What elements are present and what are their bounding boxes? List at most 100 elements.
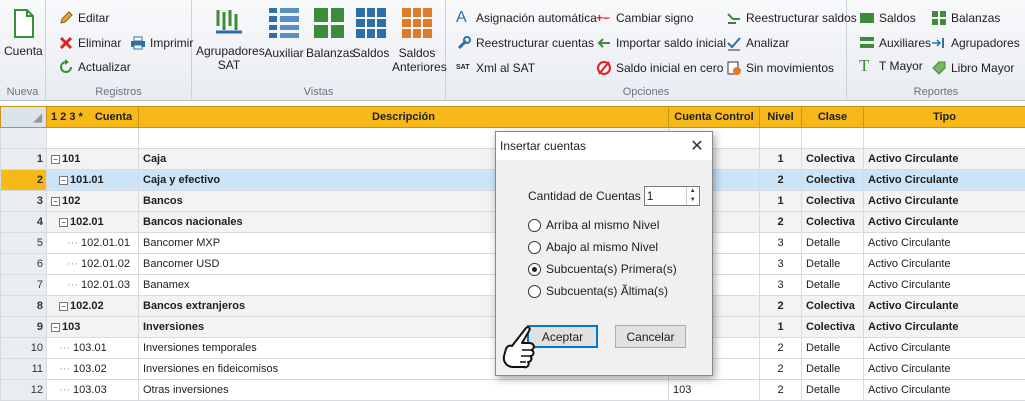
cell-nivel[interactable]: 3 [760,275,802,296]
row-number[interactable]: 1 [1,149,47,170]
cell-nivel[interactable]: 3 [760,254,802,275]
cell-tipo[interactable]: Activo Circulante [864,233,1025,254]
row-number[interactable]: 4 [1,212,47,233]
reporte-libro-mayor-button[interactable]: Libro Mayor [931,60,1014,76]
analizar-button[interactable]: Analizar [726,35,789,51]
saldo-cero-button[interactable]: Saldo inicial en cero [596,60,723,76]
collapse-minus-icon[interactable]: − [59,176,68,185]
radio-arriba[interactable] [528,219,541,232]
cell-tipo[interactable]: Activo Circulante [864,170,1025,191]
row-number[interactable]: 9 [1,317,47,338]
cell-tipo[interactable]: Activo Circulante [864,296,1025,317]
cell-clase[interactable]: Colectiva [802,149,864,170]
importar-saldo-button[interactable]: Importar saldo inicial [596,35,726,51]
level-selector[interactable]: 1 2 3 * [51,111,83,123]
grid-corner[interactable]: ◢ [1,107,47,128]
col-header-cuenta-control[interactable]: Cuenta Control [669,107,760,128]
radio-abajo[interactable] [528,241,541,254]
cell-tipo[interactable]: Activo Circulante [864,191,1025,212]
cell-tipo[interactable]: Activo Circulante [864,359,1025,380]
cell-nivel[interactable]: 3 [760,233,802,254]
radio-subcuenta-primera[interactable] [528,263,541,276]
collapse-minus-icon[interactable]: − [59,218,68,227]
option-abajo[interactable]: Abajo al mismo Nivel [528,240,658,254]
xml-sat-button[interactable]: SAT Xml al SAT [456,60,535,76]
cell-nivel[interactable]: 1 [760,317,802,338]
cell-nivel[interactable]: 2 [760,170,802,191]
eliminar-button[interactable]: Eliminar [58,35,121,51]
reporte-saldos-button[interactable]: Saldos [859,10,916,26]
cancelar-button[interactable]: Cancelar [615,325,686,348]
dialog-titlebar[interactable]: Insertar cuentas ✕ [496,132,712,160]
cantidad-stepper[interactable]: 1 ▲ ▼ [644,186,700,206]
close-icon[interactable]: ✕ [682,136,712,156]
cell-nivel[interactable]: 1 [760,149,802,170]
cell-clase[interactable]: Detalle [802,380,864,401]
reporte-agrupadores-button[interactable]: Agrupadores [931,35,1020,51]
reporte-auxiliares-button[interactable]: Auxiliares [859,35,931,51]
cell-cuenta[interactable]: ··· 102.01.02 [47,254,139,275]
cell-tipo[interactable]: Activo Circulante [864,149,1025,170]
row-number[interactable]: 11 [1,359,47,380]
cell-clase[interactable]: Colectiva [802,296,864,317]
cell-nivel[interactable]: 2 [760,296,802,317]
cell-tipo[interactable]: Activo Circulante [864,338,1025,359]
col-header-nivel[interactable]: Nivel [760,107,802,128]
col-header-tipo[interactable]: Tipo [864,107,1025,128]
cell-cuenta-control[interactable]: 103 [669,380,760,401]
cell-cuenta[interactable]: −101.01 [47,170,139,191]
cell-nivel[interactable]: 2 [760,359,802,380]
option-subcuenta-ultima[interactable]: Subcuenta(s) Ãltima(s) [528,284,668,298]
radio-subcuenta-ultima[interactable] [528,285,541,298]
cuenta-button[interactable]: Cuenta [4,6,42,58]
cell-clase[interactable]: Detalle [802,254,864,275]
chevron-down-icon[interactable]: ▼ [687,196,699,205]
row-number[interactable]: 12 [1,380,47,401]
row-number[interactable]: 2 [1,170,47,191]
chevron-up-icon[interactable]: ▲ [687,187,699,196]
cell-clase[interactable]: Colectiva [802,191,864,212]
reestructurar-saldos-button[interactable]: Reestructurar saldos [726,10,857,26]
cell-cuenta[interactable]: −102 [47,191,139,212]
cell-cuenta[interactable]: ··· 103.03 [47,380,139,401]
reporte-balanzas-button[interactable]: Balanzas [931,10,1000,26]
cell-tipo[interactable]: Activo Circulante [864,317,1025,338]
col-header-descripcion[interactable]: Descripción [139,107,669,128]
saldos-button[interactable]: Saldos [352,6,390,60]
sin-movimientos-button[interactable]: Sin movimientos [726,60,834,76]
row-number[interactable]: 5 [1,233,47,254]
auxiliar-button[interactable]: Auxiliar [264,6,304,60]
row-number[interactable]: 7 [1,275,47,296]
collapse-minus-icon[interactable]: − [51,323,60,332]
option-subcuenta-primera[interactable]: Subcuenta(s) Primera(s) [528,262,677,276]
actualizar-button[interactable]: Actualizar [58,59,131,75]
collapse-minus-icon[interactable]: − [51,197,60,206]
reestructurar-cuentas-button[interactable]: Reestructurar cuentas [456,35,594,51]
cell-clase[interactable]: Colectiva [802,317,864,338]
col-header-clase[interactable]: Clase [802,107,864,128]
cell-tipo[interactable]: Activo Circulante [864,380,1025,401]
balanzas-button[interactable]: Balanzas [306,6,352,60]
filter-tipo[interactable] [864,128,1025,149]
cell-clase[interactable]: Colectiva [802,212,864,233]
collapse-minus-icon[interactable]: − [59,302,68,311]
asignacion-automatica-button[interactable]: A Asignación automática [456,10,597,26]
row-number[interactable]: 6 [1,254,47,275]
cell-tipo[interactable]: Activo Circulante [864,254,1025,275]
cell-nivel[interactable]: 2 [760,338,802,359]
cell-nivel[interactable]: 2 [760,380,802,401]
editar-button[interactable]: Editar [58,10,109,26]
collapse-minus-icon[interactable]: − [51,155,60,164]
cell-clase[interactable]: Detalle [802,359,864,380]
reporte-t-mayor-button[interactable]: T T Mayor [859,58,923,74]
cell-cuenta[interactable]: ··· 103.02 [47,359,139,380]
cambiar-signo-button[interactable]: +− Cambiar signo [596,10,693,26]
option-arriba[interactable]: Arriba al mismo Nivel [528,218,659,232]
cell-cuenta[interactable]: ··· 103.01 [47,338,139,359]
filter-clase[interactable] [802,128,864,149]
col-header-cuenta[interactable]: 1 2 3 *Cuenta [47,107,139,128]
row-number[interactable]: 8 [1,296,47,317]
filter-nivel[interactable] [760,128,802,149]
table-row[interactable]: 12··· 103.03Otras inversiones1032Detalle… [1,380,1025,401]
saldos-anteriores-button[interactable]: Saldos Anteriores [392,6,442,74]
